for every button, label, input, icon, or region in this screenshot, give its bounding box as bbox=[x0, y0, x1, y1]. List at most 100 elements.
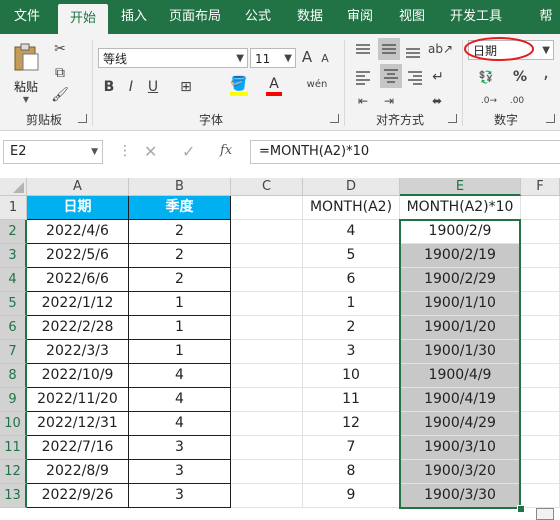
grid-cell[interactable]: 6 bbox=[303, 268, 400, 292]
number-launcher-icon[interactable] bbox=[546, 114, 555, 123]
column-header-b[interactable]: B bbox=[129, 178, 231, 196]
border-icon[interactable]: ⊞ bbox=[178, 78, 194, 96]
comma-button[interactable]: , bbox=[540, 64, 552, 82]
grid-cell[interactable] bbox=[231, 436, 303, 460]
font-name-select[interactable]: 等线 ▼ bbox=[98, 48, 248, 68]
grid-cell[interactable] bbox=[231, 196, 303, 220]
row-header[interactable]: 3 bbox=[0, 244, 27, 268]
fill-handle[interactable] bbox=[517, 505, 525, 513]
table-cell[interactable]: 2022/8/9 bbox=[27, 460, 129, 484]
increase-decimal-icon[interactable]: .0→ bbox=[478, 92, 500, 110]
grid-cell[interactable] bbox=[521, 340, 560, 364]
copy-icon[interactable]: ⧉ bbox=[50, 64, 70, 82]
row-header[interactable]: 12 bbox=[0, 460, 27, 484]
grid-cell[interactable]: 1 bbox=[303, 292, 400, 316]
currency-icon[interactable]: 💱 bbox=[476, 68, 496, 86]
grid-cell[interactable]: 1900/3/30 bbox=[400, 484, 521, 508]
bold-button[interactable]: B bbox=[102, 78, 116, 96]
font-launcher-icon[interactable] bbox=[330, 114, 339, 123]
tab-data[interactable]: 数据 bbox=[288, 0, 332, 34]
tab-developer[interactable]: 开发工具 bbox=[440, 0, 512, 34]
underline-button[interactable]: U bbox=[146, 78, 160, 96]
clipboard-launcher-icon[interactable] bbox=[78, 114, 87, 123]
row-header[interactable]: 2 bbox=[0, 220, 27, 244]
table-cell[interactable]: 2022/12/31 bbox=[27, 412, 129, 436]
align-left-icon[interactable] bbox=[354, 68, 372, 86]
table-cell[interactable]: 2 bbox=[129, 220, 231, 244]
quick-analysis-icon[interactable] bbox=[536, 508, 554, 520]
grid-cell[interactable] bbox=[521, 388, 560, 412]
insert-function-icon[interactable]: fx bbox=[220, 143, 232, 158]
table-cell[interactable]: 3 bbox=[129, 460, 231, 484]
table-cell[interactable]: 2 bbox=[129, 244, 231, 268]
tab-page-layout[interactable]: 页面布局 bbox=[160, 0, 230, 34]
grid-cell[interactable]: 4 bbox=[303, 220, 400, 244]
grid-cell[interactable]: 1900/4/19 bbox=[400, 388, 521, 412]
grid-cell[interactable] bbox=[231, 244, 303, 268]
table-cell[interactable]: 2 bbox=[129, 268, 231, 292]
select-all-corner[interactable] bbox=[0, 178, 27, 196]
row-header[interactable]: 4 bbox=[0, 268, 27, 292]
grid-cell[interactable]: 5 bbox=[303, 244, 400, 268]
format-painter-icon[interactable]: 🖌 bbox=[50, 86, 70, 104]
grid-cell[interactable] bbox=[231, 412, 303, 436]
grid-cell[interactable] bbox=[521, 364, 560, 388]
row-header[interactable]: 6 bbox=[0, 316, 27, 340]
indent-decrease-icon[interactable]: ⇤ bbox=[354, 92, 372, 110]
grid-cell[interactable] bbox=[231, 268, 303, 292]
row-header[interactable]: 11 bbox=[0, 436, 27, 460]
table-cell[interactable]: 2022/5/6 bbox=[27, 244, 129, 268]
paste-button[interactable]: 粘贴 ▼ bbox=[8, 40, 44, 106]
grid-cell[interactable]: 1900/1/20 bbox=[400, 316, 521, 340]
table-header-cell[interactable]: 季度 bbox=[129, 196, 231, 220]
grid-cell[interactable]: 9 bbox=[303, 484, 400, 508]
grid-cell[interactable]: 1900/4/29 bbox=[400, 412, 521, 436]
grid-cell[interactable]: 1900/2/19 bbox=[400, 244, 521, 268]
merge-center-icon[interactable]: ⬌ bbox=[428, 92, 446, 110]
grid-cell[interactable] bbox=[521, 268, 560, 292]
grid-cell[interactable] bbox=[521, 412, 560, 436]
table-cell[interactable]: 2022/7/16 bbox=[27, 436, 129, 460]
decrease-decimal-icon[interactable]: .00 bbox=[506, 92, 528, 110]
table-cell[interactable]: 2022/6/6 bbox=[27, 268, 129, 292]
percent-button[interactable]: % bbox=[512, 68, 528, 86]
table-cell[interactable]: 2022/2/28 bbox=[27, 316, 129, 340]
align-bottom-icon[interactable] bbox=[404, 42, 422, 60]
row-header[interactable]: 8 bbox=[0, 364, 27, 388]
grid-cell[interactable] bbox=[521, 196, 560, 220]
cancel-icon[interactable]: ✕ bbox=[144, 142, 157, 161]
grid-cell[interactable] bbox=[231, 292, 303, 316]
table-cell[interactable]: 4 bbox=[129, 412, 231, 436]
table-cell[interactable]: 1 bbox=[129, 316, 231, 340]
formula-input[interactable]: =MONTH(A2)*10 bbox=[250, 140, 560, 164]
table-cell[interactable]: 3 bbox=[129, 484, 231, 508]
table-cell[interactable]: 2022/4/6 bbox=[27, 220, 129, 244]
shrink-font-icon[interactable]: A bbox=[318, 50, 332, 68]
column-header-a[interactable]: A bbox=[27, 178, 129, 196]
column-header-d[interactable]: D bbox=[303, 178, 400, 196]
grid-cell[interactable] bbox=[231, 340, 303, 364]
name-box[interactable]: E2 ▼ bbox=[3, 140, 103, 164]
grid-cell[interactable] bbox=[521, 316, 560, 340]
table-cell[interactable]: 3 bbox=[129, 436, 231, 460]
grid-cell[interactable]: 11 bbox=[303, 388, 400, 412]
tab-help[interactable]: 帮 bbox=[532, 0, 560, 34]
grid-cell[interactable] bbox=[521, 460, 560, 484]
grid-cell[interactable]: 1900/1/10 bbox=[400, 292, 521, 316]
wrap-text-icon[interactable]: ↵ bbox=[430, 68, 446, 86]
table-header-cell[interactable]: 日期 bbox=[27, 196, 129, 220]
tab-home[interactable]: 开始 bbox=[58, 4, 108, 34]
phonetic-icon[interactable]: wén bbox=[304, 76, 330, 94]
column-header-f[interactable]: F bbox=[521, 178, 560, 196]
table-cell[interactable]: 4 bbox=[129, 388, 231, 412]
grid-cell[interactable] bbox=[231, 316, 303, 340]
grid-cell[interactable]: 1900/2/9 bbox=[400, 220, 521, 244]
table-cell[interactable]: 2022/10/9 bbox=[27, 364, 129, 388]
fill-color-icon[interactable]: 🪣 bbox=[230, 76, 248, 96]
table-cell[interactable]: 2022/9/26 bbox=[27, 484, 129, 508]
grid-cell[interactable]: 10 bbox=[303, 364, 400, 388]
column-header-c[interactable]: C bbox=[231, 178, 303, 196]
table-cell[interactable]: 1 bbox=[129, 292, 231, 316]
row-header[interactable]: 10 bbox=[0, 412, 27, 436]
grid-cell[interactable] bbox=[521, 484, 560, 508]
